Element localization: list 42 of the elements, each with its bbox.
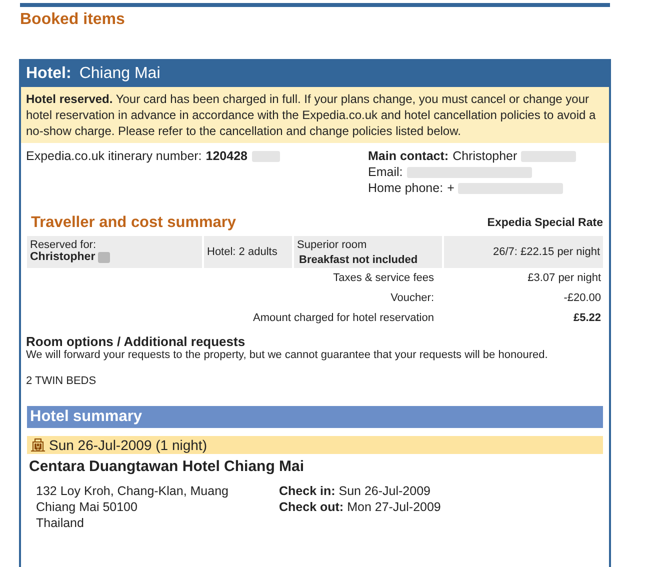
section-header: Hotel summary bbox=[27, 406, 603, 428]
cost-label: Voucher: bbox=[390, 292, 434, 304]
cost-label: Amount charged for hotel reservation bbox=[252, 312, 434, 324]
hotel-label: Hotel: bbox=[26, 65, 72, 83]
request-value: 2 TWIN BEDS bbox=[26, 375, 98, 387]
contact-label: Main contact: bbox=[368, 148, 449, 164]
city-name: Chiang Mai bbox=[79, 65, 160, 83]
email-label: Email: bbox=[368, 164, 403, 180]
phone-label: Home phone: bbox=[368, 180, 444, 196]
room-note: Breakfast not included bbox=[298, 254, 419, 266]
redaction-mark bbox=[98, 252, 110, 262]
reserved-label: Reserved for: bbox=[30, 239, 98, 251]
section-title: Traveller and cost summary bbox=[31, 214, 236, 232]
redaction-mark bbox=[521, 150, 576, 162]
phone-value: + bbox=[447, 180, 454, 196]
page-title: Booked items bbox=[20, 11, 125, 29]
stay-dates: Sun 26-Jul-2009 (1 night) bbox=[49, 437, 207, 453]
section-title: Room options / Additional requests bbox=[26, 334, 246, 349]
cost-value: £5.22 bbox=[572, 312, 601, 324]
check-out-label: Check out: bbox=[279, 500, 344, 514]
reservation-notice: Hotel reserved. Your card has been charged in full. If your plans change, you must cancel or change your hotel reservation in advance in accordance with the Expedia.co.uk and hotel cancellation policies to avoid a no-show charge. Please refer to the cancellation and change policies listed below. bbox=[21, 87, 609, 143]
address-line: 132 Loy Kroh, Chang-Klan, Muang bbox=[36, 483, 230, 499]
cost-label: Taxes & service fees bbox=[332, 272, 434, 284]
address-line: Thailand bbox=[36, 515, 85, 531]
cost-value: £3.07 per night bbox=[526, 272, 601, 284]
contact-name: Christopher bbox=[452, 148, 518, 164]
check-in-date: Sun 26-Jul-2009 bbox=[338, 484, 430, 498]
address-line: Chiang Mai 50100 bbox=[36, 499, 138, 515]
cost-value: -£20.00 bbox=[562, 292, 601, 304]
requests-note: We will forward your requests to the property, but we cannot guarantee that your requests will be honoured. bbox=[26, 349, 549, 361]
building-icon bbox=[30, 438, 46, 452]
nightly-rate: 26/7: £22.15 per night bbox=[492, 246, 600, 258]
check-in-label: Check in: bbox=[279, 484, 336, 498]
check-out-date: Mon 27-Jul-2009 bbox=[347, 500, 441, 514]
room-type: Superior room bbox=[297, 239, 368, 251]
guest-name: Christopher bbox=[30, 251, 96, 263]
guests-text: Hotel: 2 adults bbox=[207, 246, 278, 258]
hotel-name: Centara Duangtawan Hotel Chiang Mai bbox=[29, 458, 306, 475]
itinerary-number: 120428 bbox=[206, 148, 248, 164]
itinerary-label: Expedia.co.uk itinerary number: bbox=[26, 148, 202, 164]
redaction-mark bbox=[252, 150, 280, 162]
rate-name: Expedia Special Rate bbox=[487, 217, 603, 229]
